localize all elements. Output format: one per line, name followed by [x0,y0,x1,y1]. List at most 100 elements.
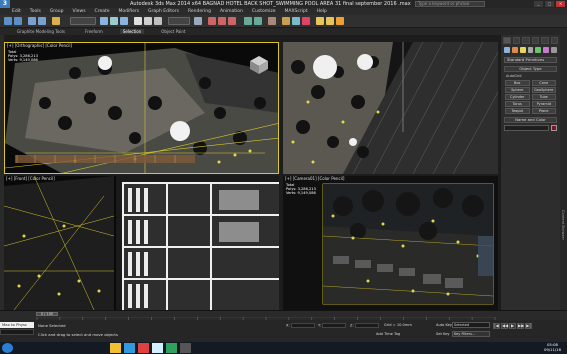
rotate-icon[interactable] [144,17,152,25]
torus-button[interactable]: Torus [505,101,530,107]
create-tab-icon[interactable] [503,37,511,44]
tab-graphite-modeling-tools[interactable]: Graphite Modeling Tools [14,29,68,34]
object-type-rollout[interactable]: Object Type [504,66,557,72]
window-app-icon[interactable] [180,343,191,353]
geosphere-button[interactable]: GeoSphere [531,87,556,93]
primitive-category-dropdown[interactable]: Standard Primitives [504,57,557,63]
viewport-label[interactable]: [+] [Orthographic] [Color Pencil] [7,43,72,48]
key-selection-dropdown[interactable]: Selected [452,322,490,328]
systems-icon[interactable] [551,47,558,53]
menu-customize[interactable]: Customize [252,9,276,14]
z-input[interactable] [354,323,379,328]
align-icon[interactable] [254,17,262,25]
sphere-button[interactable]: Sphere [505,87,530,93]
unlink-icon[interactable] [38,17,46,25]
menu-graph-editors[interactable]: Graph Editors [148,9,179,14]
previous-frame-button[interactable]: ◀◀ [501,323,508,329]
menu-modifiers[interactable]: Modifiers [119,9,140,14]
menu-views[interactable]: Views [73,9,86,14]
menu-create[interactable]: Create [95,9,110,14]
select-by-name-icon[interactable] [110,17,118,25]
search-input[interactable]: Type a keyword or phrase [415,1,485,7]
motion-tab-icon[interactable] [531,37,539,44]
curve-editor-icon[interactable] [282,17,290,25]
geometry-icon[interactable] [504,47,510,53]
hierarchy-tab-icon[interactable] [522,37,530,44]
selection-filter-dropdown[interactable] [70,17,96,25]
object-color-swatch[interactable] [551,125,557,131]
reference-coordinate-dropdown[interactable] [168,17,190,25]
select-object-icon[interactable] [100,17,108,25]
menu-tools[interactable]: Tools [30,9,41,14]
menu-group[interactable]: Group [50,9,64,14]
go-to-end-button[interactable]: ▶| [525,323,532,329]
snap-toggle-icon[interactable] [208,17,216,25]
menu-help[interactable]: Help [317,9,327,14]
3ds-max-taskbar-icon[interactable] [166,343,177,353]
minimize-button[interactable]: _ [534,1,543,7]
viewport-label[interactable]: [+] [Camera01] [Color Pencil] [285,176,344,181]
x-input[interactable] [290,323,315,328]
viewport-label[interactable]: [+] [Front] [Color Pencil] [6,176,55,181]
plane-button[interactable]: Plane [531,108,556,114]
go-to-start-button[interactable]: |◀ [493,323,500,329]
viewport-perspective[interactable] [283,42,498,174]
move-icon[interactable] [134,17,142,25]
menu-animation[interactable]: Animation [220,9,243,14]
helpers-icon[interactable] [535,47,542,53]
mirror-icon[interactable] [244,17,252,25]
y-input[interactable] [322,323,347,328]
render-production-icon[interactable] [336,17,344,25]
tab-freeform[interactable]: Freeform [82,29,106,34]
photoshop-icon[interactable] [152,343,163,353]
auto-key-button[interactable]: Auto Key [436,323,452,327]
menu-rendering[interactable]: Rendering [188,9,211,14]
modify-tab-icon[interactable] [512,37,520,44]
viewport-camera[interactable]: [+] [Camera01] [Color Pencil] Total Poly… [283,176,498,310]
scale-icon[interactable] [154,17,162,25]
cylinder-button[interactable]: Cylinder [505,94,530,100]
tab-selection[interactable]: Selection [119,29,145,34]
link-icon[interactable] [28,17,36,25]
maximize-button[interactable]: □ [545,1,554,7]
redo-icon[interactable] [14,17,22,25]
undo-icon[interactable] [4,17,12,25]
space-warps-icon[interactable] [543,47,550,53]
menu-edit[interactable]: Edit [12,9,21,14]
pivot-icon[interactable] [194,17,202,25]
system-clock[interactable]: 05:08 09/11/16 [544,342,561,352]
rendered-frame-window-icon[interactable] [326,17,334,25]
cone-button[interactable]: Cone [531,80,556,86]
name-and-color-rollout[interactable]: Name and Color [504,117,557,123]
add-time-tag[interactable]: Add Time Tag [376,332,400,336]
viewport-orthographic[interactable]: [+] [Orthographic] [Color Pencil] Total … [4,42,279,174]
ie-browser-icon[interactable] [124,343,135,353]
rectangular-selection-icon[interactable] [120,17,128,25]
next-frame-button[interactable]: ▶▶ [517,323,524,329]
material-editor-icon[interactable] [302,17,310,25]
viewport-front[interactable]: [+] [Front] [Color Pencil] [4,176,279,310]
content-browser-tab[interactable]: Content Browser [561,210,565,240]
maxscript-output[interactable] [0,329,34,335]
box-button[interactable]: Box [505,80,530,86]
schematic-view-icon[interactable] [292,17,300,25]
object-name-input[interactable] [504,125,549,131]
percent-snap-icon[interactable] [228,17,236,25]
cameras-icon[interactable] [527,47,534,53]
shapes-icon[interactable] [511,47,518,53]
angle-snap-icon[interactable] [218,17,226,25]
tab-object-paint[interactable]: Object Paint [158,29,188,34]
play-button[interactable]: ▶ [509,323,516,329]
teapot-button[interactable]: Teapot [505,108,530,114]
key-filters-button[interactable]: Key Filters... [452,331,490,337]
close-button[interactable]: × [556,1,565,7]
layer-manager-icon[interactable] [268,17,276,25]
lights-icon[interactable] [519,47,526,53]
utilities-tab-icon[interactable] [550,37,558,44]
time-slider[interactable]: 0 / 100 [36,312,58,316]
tube-button[interactable]: Tube [531,94,556,100]
pyramid-button[interactable]: Pyramid [531,101,556,107]
file-explorer-icon[interactable] [110,343,121,353]
render-setup-icon[interactable] [316,17,324,25]
menu-maxscript[interactable]: MAXScript [285,9,308,14]
